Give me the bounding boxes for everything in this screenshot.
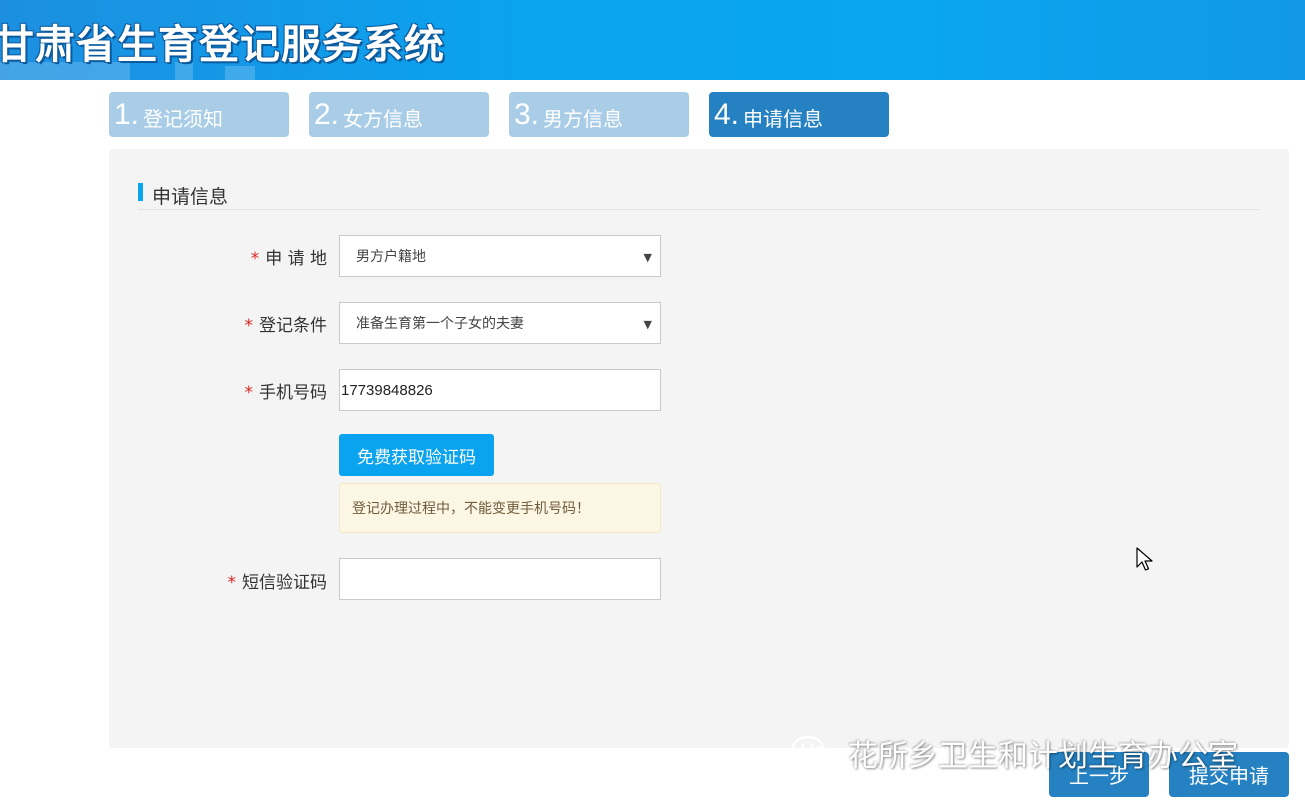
apply-place-label-text: 申 请 地 — [265, 249, 327, 269]
step-number: 2. — [314, 97, 340, 131]
form-panel — [109, 149, 1289, 748]
step-label: 男方信息 — [543, 107, 624, 131]
step-number: 1. — [114, 97, 140, 131]
condition-label: * 登记条件 — [245, 311, 328, 336]
step-label: 申请信息 — [743, 107, 824, 131]
step-tab-notice[interactable]: 1. 登记须知 — [109, 92, 289, 137]
get-verification-code-button[interactable]: 免费获取验证码 — [339, 434, 494, 476]
section-accent-bar — [138, 183, 143, 201]
required-mark: * — [244, 383, 254, 403]
required-mark: * — [244, 316, 254, 336]
watermark: 花所乡卫生和计划生育办公室 — [790, 732, 1238, 774]
condition-value: 准备生育第一个子女的夫妻 — [356, 316, 524, 332]
phone-input[interactable]: 17739848826 — [339, 369, 661, 411]
phone-label-text: 手机号码 — [259, 383, 327, 403]
section-header: 申请信息 — [138, 180, 1260, 210]
condition-label-text: 登记条件 — [259, 316, 327, 336]
step-tab-application-info[interactable]: 4. 申请信息 — [709, 92, 889, 137]
apply-place-label: * 申 请 地 — [251, 244, 327, 269]
mouse-cursor-icon — [1136, 547, 1153, 571]
step-number: 3. — [514, 97, 540, 131]
section-title: 申请信息 — [152, 186, 229, 208]
chevron-down-icon: ▼ — [643, 318, 652, 331]
step-label: 登记须知 — [143, 107, 224, 131]
system-title: 甘肃省生育登记服务系统 — [0, 22, 445, 68]
phone-label: * 手机号码 — [245, 378, 328, 403]
header-banner: 甘肃省生育登记服务系统 — [0, 0, 1305, 80]
required-mark: * — [227, 573, 237, 593]
phone-warning-notice: 登记办理过程中，不能变更手机号码！ — [339, 483, 661, 533]
step-label: 女方信息 — [343, 107, 424, 131]
chevron-down-icon: ▼ — [643, 251, 652, 264]
sms-code-label-text: 短信验证码 — [242, 573, 327, 593]
required-mark: * — [250, 249, 260, 269]
apply-place-value: 男方户籍地 — [356, 249, 426, 265]
watermark-text: 花所乡卫生和计划生育办公室 — [848, 739, 1238, 774]
sms-code-input[interactable] — [339, 558, 661, 600]
step-tab-female-info[interactable]: 2. 女方信息 — [309, 92, 489, 137]
step-number: 4. — [714, 97, 740, 131]
step-tab-male-info[interactable]: 3. 男方信息 — [509, 92, 689, 137]
sms-code-label: * 短信验证码 — [228, 568, 328, 593]
condition-select[interactable]: 准备生育第一个子女的夫妻 ▼ — [339, 302, 661, 344]
wechat-icon — [791, 735, 836, 770]
phone-value: 17739848826 — [341, 381, 433, 399]
apply-place-select[interactable]: 男方户籍地 ▼ — [339, 235, 661, 277]
